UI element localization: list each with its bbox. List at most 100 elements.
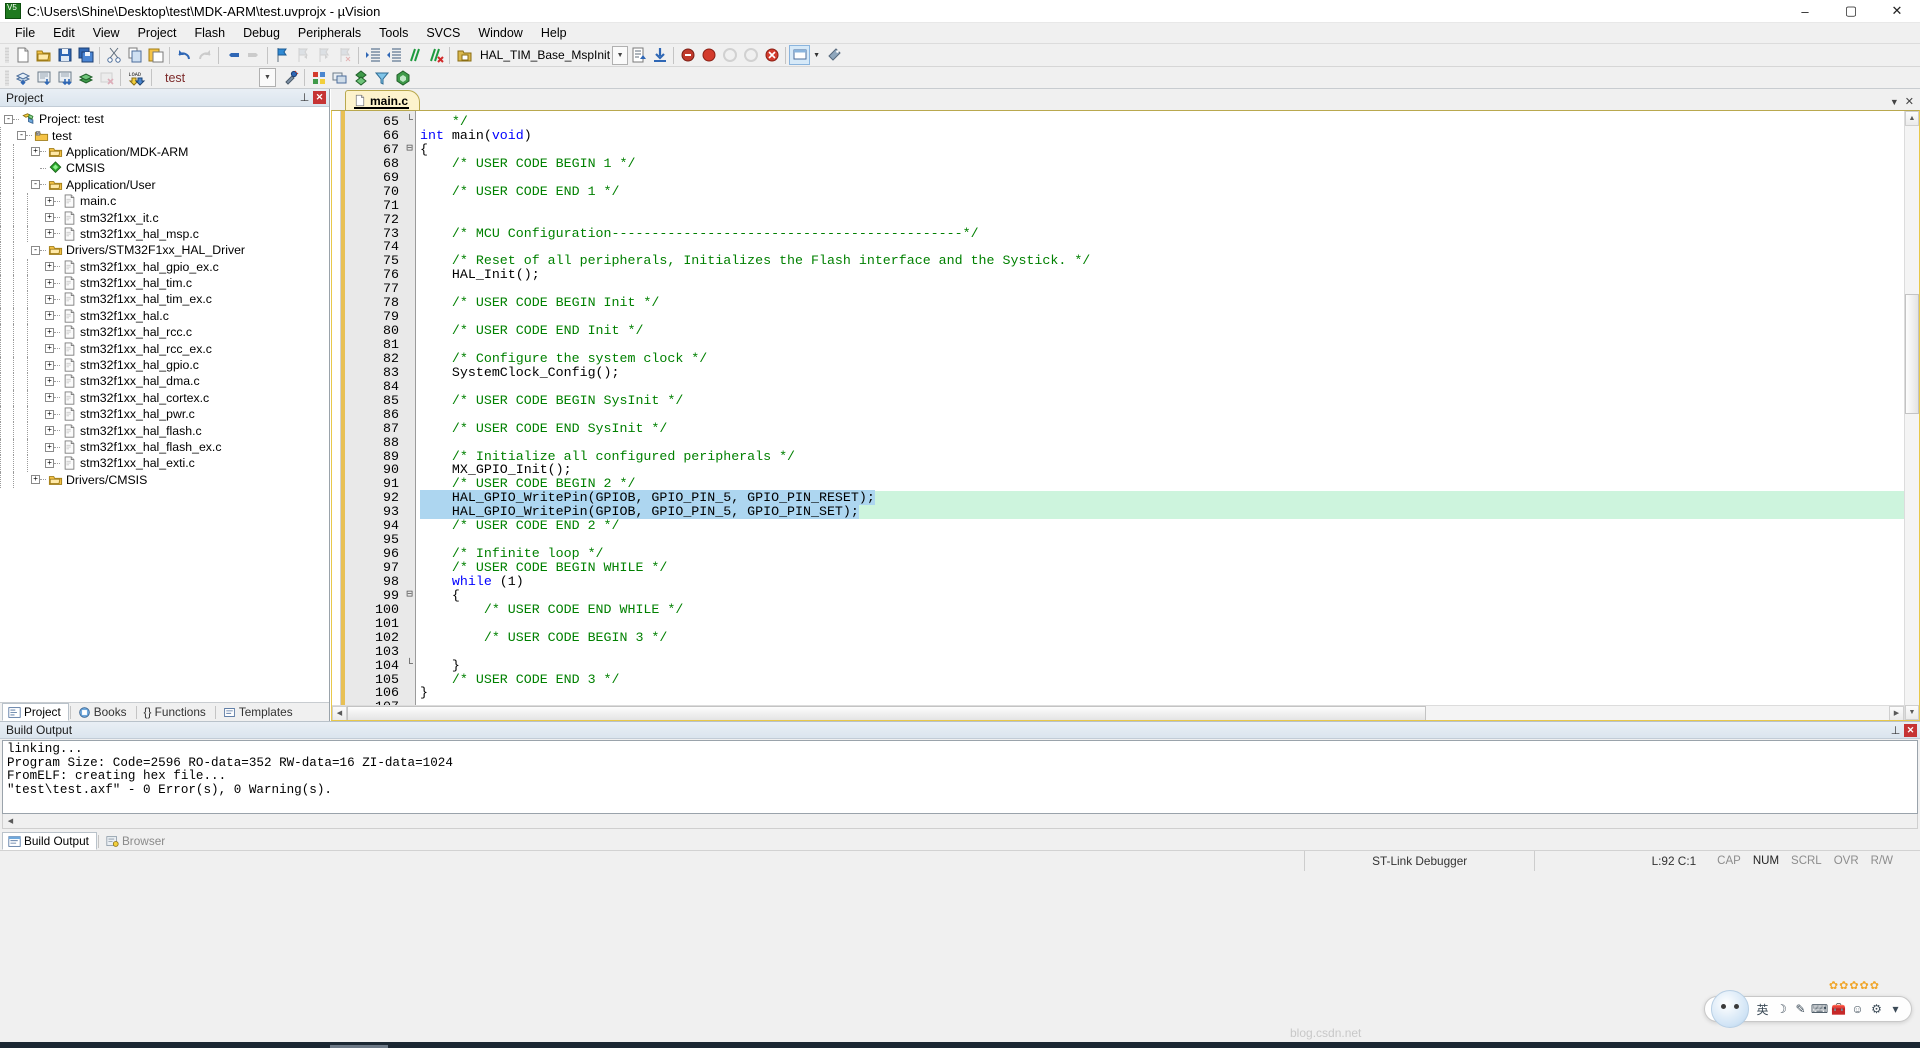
- cut-icon[interactable]: [103, 45, 124, 65]
- tree-item-application-mdk-arm[interactable]: + Application/MDK-ARM: [0, 143, 329, 161]
- tab-browser[interactable]: Browser: [100, 832, 173, 850]
- ime-moon-icon[interactable]: ☽: [1772, 998, 1791, 1020]
- open-file-icon[interactable]: [33, 45, 54, 65]
- download-to-flash-icon[interactable]: [649, 45, 670, 65]
- ime-assistant-avatar[interactable]: [1711, 990, 1749, 1028]
- fold-marker[interactable]: ⊟: [404, 589, 415, 603]
- code-line[interactable]: [420, 282, 1904, 296]
- tabstrip-close-icon[interactable]: ✕: [1905, 95, 1914, 108]
- code-line[interactable]: MX_GPIO_Init();: [420, 463, 1904, 477]
- tree-item-stm32f1xx-hal-tim-ex-c[interactable]: + stm32f1xx_hal_tim_ex.c: [0, 291, 329, 308]
- tabstrip-dropdown-icon[interactable]: ▼: [1890, 97, 1899, 107]
- code-line[interactable]: {: [420, 588, 1904, 603]
- save-all-icon[interactable]: [75, 45, 96, 65]
- close-icon[interactable]: ✕: [313, 91, 326, 104]
- code-line[interactable]: [420, 199, 1904, 213]
- new-file-icon[interactable]: [12, 45, 33, 65]
- build-output-horizontal-scrollbar[interactable]: ◀: [2, 814, 1918, 829]
- code-line[interactable]: [420, 700, 1904, 705]
- document-tab-main-c[interactable]: main.c: [345, 90, 421, 110]
- ime-mode-chinese[interactable]: 英: [1753, 998, 1772, 1020]
- tree-twisty[interactable]: +: [45, 393, 54, 403]
- tree-item-stm32f1xx-hal-flash-c[interactable]: + stm32f1xx_hal_flash.c: [0, 422, 329, 439]
- window-layout-arrow[interactable]: ▼: [810, 45, 823, 65]
- tree-twisty[interactable]: +: [31, 475, 40, 485]
- hscroll-thumb[interactable]: [347, 705, 1427, 720]
- vscroll-track[interactable]: [1905, 126, 1919, 705]
- code-line[interactable]: /* USER CODE BEGIN WHILE */: [420, 561, 1904, 575]
- tree-twisty[interactable]: +: [45, 196, 54, 206]
- manage-runtime-env-icon[interactable]: [308, 68, 329, 88]
- tree-item-drivers-stm32f1xx-hal-driver[interactable]: - Drivers/STM32F1xx_HAL_Driver: [0, 242, 329, 259]
- code-line[interactable]: while (1): [420, 574, 1904, 589]
- code-line[interactable]: [420, 436, 1904, 450]
- target-combo[interactable]: test: [159, 68, 259, 87]
- menu-peripherals[interactable]: Peripherals: [289, 24, 370, 42]
- ime-menu-icon[interactable]: ▾: [1886, 998, 1905, 1020]
- maximize-button[interactable]: ▢: [1828, 0, 1874, 23]
- code-line[interactable]: /* Initialize all configured peripherals…: [420, 449, 1904, 464]
- tab-project[interactable]: Project: [2, 703, 69, 721]
- fold-margin[interactable]: └ ⊟ ⊟ └: [404, 111, 416, 705]
- tree-twisty[interactable]: -: [31, 180, 40, 190]
- tab-templates[interactable]: Templates: [217, 703, 301, 721]
- menu-edit[interactable]: Edit: [44, 24, 84, 42]
- scroll-left-arrow[interactable]: ◀: [3, 814, 18, 829]
- code-line[interactable]: }: [420, 658, 1904, 673]
- tree-item-stm32f1xx-hal-pwr-c[interactable]: + stm32f1xx_hal_pwr.c: [0, 406, 329, 423]
- tree-twisty[interactable]: +: [45, 426, 54, 436]
- code-line[interactable]: /* USER CODE BEGIN 3 */: [420, 630, 1904, 645]
- tree-item-stm32f1xx-hal-msp-c[interactable]: + stm32f1xx_hal_msp.c: [0, 225, 329, 243]
- save-icon[interactable]: [54, 45, 75, 65]
- code-line[interactable]: /* USER CODE BEGIN 2 */: [420, 477, 1904, 491]
- indent-icon[interactable]: [362, 45, 383, 65]
- close-icon[interactable]: ✕: [1904, 723, 1917, 737]
- tab-books[interactable]: Books: [72, 703, 135, 721]
- function-combo[interactable]: HAL_TIM_Base_MspInit: [476, 46, 610, 65]
- tree-twisty[interactable]: +: [45, 442, 54, 452]
- scroll-up-arrow[interactable]: ▲: [1905, 111, 1919, 126]
- tree-twisty[interactable]: -: [31, 245, 40, 255]
- tree-twisty[interactable]: +: [45, 294, 54, 304]
- code-line[interactable]: /* USER CODE END WHILE */: [420, 602, 1904, 617]
- tree-twisty[interactable]: +: [45, 213, 54, 223]
- editor-gutter[interactable]: 65 66 67 68 69 70 71 72 73 74 75 76 77 78 79 80 81 82 83 84…: [332, 111, 404, 705]
- menu-project[interactable]: Project: [129, 24, 186, 42]
- pin-icon[interactable]: ⊥: [298, 91, 311, 104]
- menu-svcs[interactable]: SVCS: [417, 24, 469, 42]
- comment-icon[interactable]: [404, 45, 425, 65]
- scroll-left-arrow[interactable]: ◀: [332, 705, 347, 720]
- tree-twisty[interactable]: +: [45, 376, 54, 386]
- tree-item-stm32f1xx-it-c[interactable]: + stm32f1xx_it.c: [0, 209, 329, 226]
- code-line[interactable]: HAL_Init();: [420, 268, 1904, 282]
- tree-item-stm32f1xx-hal-cortex-c[interactable]: + stm32f1xx_hal_cortex.c: [0, 389, 329, 407]
- code-line[interactable]: */: [420, 115, 1904, 129]
- ime-keyboard-icon[interactable]: ⌨: [1810, 998, 1829, 1020]
- code-selection[interactable]: HAL_GPIO_WritePin(GPIOB, GPIO_PIN_5, GPI…: [420, 490, 875, 506]
- tree-twisty[interactable]: +: [45, 327, 54, 337]
- breakpoint-insert-icon[interactable]: [677, 45, 698, 65]
- close-button[interactable]: ✕: [1874, 0, 1920, 23]
- tree-item-test[interactable]: - test: [0, 127, 329, 144]
- code-line[interactable]: [420, 408, 1904, 422]
- tree-item-stm32f1xx-hal-dma-c[interactable]: + stm32f1xx_hal_dma.c: [0, 373, 329, 390]
- copy-icon[interactable]: [124, 45, 145, 65]
- code-line[interactable]: /* Reset of all peripherals, Initializes…: [420, 254, 1904, 268]
- tree-item-stm32f1xx-hal-exti-c[interactable]: + stm32f1xx_hal_exti.c: [0, 455, 329, 472]
- target-combo-arrow[interactable]: ▼: [259, 68, 276, 87]
- hscroll-track[interactable]: [347, 705, 1889, 720]
- goto-definition-icon[interactable]: [628, 45, 649, 65]
- code-line[interactable]: /* USER CODE END 3 */: [420, 672, 1904, 687]
- tree-item-stm32f1xx-hal-rcc-c[interactable]: + stm32f1xx_hal_rcc.c: [0, 324, 329, 341]
- code-line[interactable]: [420, 310, 1904, 324]
- uncomment-icon[interactable]: [425, 45, 446, 65]
- menu-flash[interactable]: Flash: [185, 24, 234, 42]
- debug-start-icon[interactable]: [698, 45, 719, 65]
- tree-item-stm32f1xx-hal-tim-c[interactable]: + stm32f1xx_hal_tim.c: [0, 274, 329, 292]
- code-line[interactable]: /* USER CODE END 1 */: [420, 184, 1904, 199]
- scroll-down-arrow[interactable]: ▼: [1905, 705, 1919, 720]
- filter-icon[interactable]: [371, 68, 392, 88]
- components-icon[interactable]: [350, 68, 371, 88]
- tree-item-stm32f1xx-hal-gpio-c[interactable]: + stm32f1xx_hal_gpio.c: [0, 356, 329, 374]
- configure-icon[interactable]: [823, 45, 844, 65]
